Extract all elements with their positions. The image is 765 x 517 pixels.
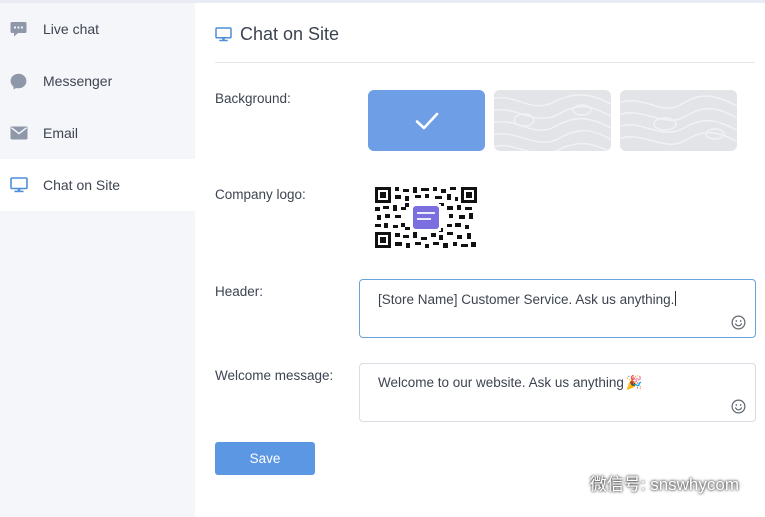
header-label: Header:: [215, 284, 264, 299]
save-button[interactable]: Save: [215, 442, 315, 475]
sidebar-item-label: Email: [43, 125, 79, 141]
sidebar-item-label: Chat on Site: [43, 177, 121, 193]
qr-code-logo: [375, 187, 477, 248]
emoji-picker-icon[interactable]: [731, 315, 746, 330]
company-logo-image[interactable]: [375, 187, 477, 248]
header-input-value: [Store Name] Customer Service. Ask us an…: [378, 291, 677, 307]
monitor-icon: [9, 176, 28, 195]
sidebar-item-messenger[interactable]: Messenger: [0, 55, 195, 107]
monitor-icon: [215, 26, 232, 41]
checkmark-icon: [415, 112, 438, 129]
sidebar-item-label: Messenger: [43, 73, 113, 89]
topographic-pattern: [620, 95, 737, 145]
company-logo-label: Company logo:: [215, 187, 306, 202]
sidebar-item-label: Live chat: [43, 21, 100, 37]
welcome-message-label: Welcome message:: [215, 368, 334, 383]
envelope-icon: [9, 124, 28, 143]
settings-panel: Chat on Site Background: Company logo: H…: [195, 3, 765, 517]
wechat-icon: [558, 472, 583, 493]
background-option-pattern-1[interactable]: [494, 90, 611, 151]
messenger-icon: [9, 72, 28, 91]
welcome-message-value: Welcome to our website. Ask us anything 🎉: [378, 375, 643, 391]
watermark: 微信号: snswhycom: [558, 470, 739, 495]
background-label: Background:: [215, 91, 291, 106]
sidebar-item-email[interactable]: Email: [0, 107, 195, 159]
watermark-text: 微信号: snswhycom: [589, 475, 739, 494]
party-popper-emoji: 🎉: [625, 375, 643, 391]
topographic-pattern: [494, 94, 611, 151]
chat-bubble-icon: [9, 20, 28, 39]
text-caret: [675, 291, 677, 306]
sidebar-item-chat-on-site[interactable]: Chat on Site: [0, 159, 195, 211]
background-option-pattern-2[interactable]: [620, 90, 737, 151]
page-header: Chat on Site: [215, 21, 339, 47]
welcome-message-input[interactable]: Welcome to our website. Ask us anything 🎉: [359, 363, 756, 422]
background-option-blue-selected[interactable]: [368, 90, 485, 151]
sidebar-item-live-chat[interactable]: Live chat: [0, 3, 195, 55]
emoji-picker-icon[interactable]: [731, 399, 746, 414]
sidebar: Live chat Messenger Email Chat on Site: [0, 3, 195, 517]
header-input[interactable]: [Store Name] Customer Service. Ask us an…: [359, 279, 756, 338]
page-title: Chat on Site: [240, 23, 340, 44]
title-divider: [215, 62, 755, 63]
